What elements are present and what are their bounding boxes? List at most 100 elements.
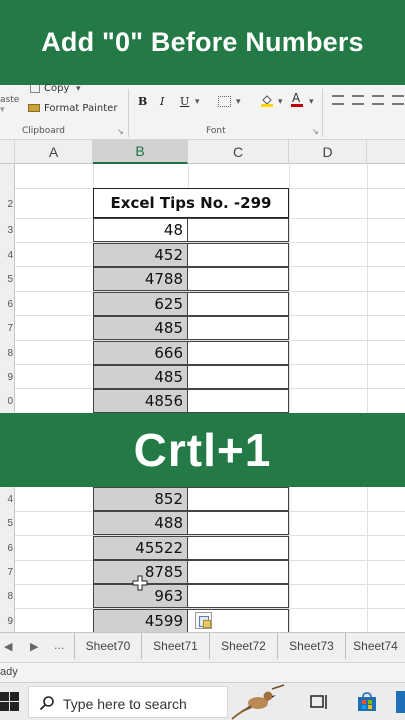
- cell-c[interactable]: [188, 316, 289, 340]
- table-title-cell[interactable]: Excel Tips No. -299: [93, 188, 289, 218]
- tab-scroll-right-icon[interactable]: ▶: [30, 640, 38, 653]
- paste-dropdown-icon[interactable]: ▾: [0, 105, 5, 115]
- gridline: [289, 164, 290, 632]
- row-number[interactable]: 8: [0, 348, 15, 359]
- column-header-c[interactable]: C: [188, 140, 289, 164]
- gridline: [367, 164, 368, 632]
- windows-start-icon[interactable]: [0, 692, 20, 712]
- cell-c[interactable]: [188, 487, 289, 511]
- copy-dropdown-icon[interactable]: ▾: [76, 84, 81, 94]
- row-number[interactable]: 8: [0, 591, 15, 602]
- format-painter-button[interactable]: Format Painter: [44, 103, 117, 114]
- search-placeholder: Type here to search: [63, 696, 187, 712]
- data-cell-b[interactable]: 4599: [93, 609, 188, 633]
- borders-dropdown-icon[interactable]: ▾: [236, 97, 241, 107]
- data-cell-b[interactable]: 45522: [93, 536, 188, 560]
- font-color-icon[interactable]: A: [290, 91, 304, 108]
- taskbar-search-box[interactable]: Type here to search: [28, 686, 228, 718]
- align-right-icon[interactable]: [372, 95, 384, 105]
- select-all-corner[interactable]: [0, 140, 15, 164]
- row-headers: 2 3 4 5 6 7 8 9 0 4 5 6 7 8 9: [0, 164, 15, 632]
- row-number[interactable]: 0: [0, 396, 15, 407]
- fill-color-dropdown-icon[interactable]: ▾: [278, 97, 283, 107]
- data-cell-b[interactable]: 485: [93, 365, 188, 389]
- cell-c[interactable]: [188, 584, 289, 608]
- row-number[interactable]: 5: [0, 274, 15, 285]
- cell-c[interactable]: [188, 536, 289, 560]
- font-group-label: Font: [206, 126, 226, 136]
- indent-icon[interactable]: [392, 95, 404, 105]
- row-number[interactable]: 7: [0, 567, 15, 578]
- clipboard-launcher-icon[interactable]: ↘: [117, 127, 124, 136]
- column-header-a[interactable]: A: [15, 140, 93, 164]
- row-number[interactable]: 5: [0, 518, 15, 529]
- data-cell-b[interactable]: 452: [93, 243, 188, 267]
- underline-button[interactable]: U: [180, 95, 189, 108]
- tab-more-button[interactable]: ...: [54, 639, 65, 652]
- shortcut-text: Crtl+1: [133, 424, 272, 476]
- italic-button[interactable]: I: [160, 95, 164, 108]
- row-number[interactable]: 2: [0, 199, 15, 210]
- font-launcher-icon[interactable]: ↘: [312, 127, 319, 136]
- cell-c[interactable]: [188, 292, 289, 316]
- task-view-icon[interactable]: [310, 693, 330, 711]
- cell-c[interactable]: [188, 341, 289, 365]
- copy-button[interactable]: Copy: [44, 83, 69, 94]
- tab-scroll-left-icon[interactable]: ◀: [4, 640, 12, 653]
- data-cell-b[interactable]: 485: [93, 316, 188, 340]
- data-cell-b[interactable]: 4856: [93, 389, 188, 413]
- copy-icon[interactable]: [30, 85, 40, 93]
- column-header-d[interactable]: D: [289, 140, 367, 164]
- cell-c[interactable]: [188, 218, 289, 242]
- data-cell-b[interactable]: 48: [93, 218, 188, 242]
- banner-title: Add "0" Before Numbers: [41, 27, 364, 57]
- row-number[interactable]: 3: [0, 225, 15, 236]
- align-center-icon[interactable]: [352, 95, 364, 105]
- sheet-tab[interactable]: Sheet72: [210, 633, 278, 659]
- ribbon: aste ▾ Copy ▾ Format Painter Clipboard ↘…: [0, 83, 405, 140]
- data-cell-b[interactable]: 666: [93, 341, 188, 365]
- group-divider: [322, 89, 323, 137]
- row-number[interactable]: 6: [0, 299, 15, 310]
- paste-label-partial[interactable]: aste: [0, 95, 19, 105]
- fill-color-icon[interactable]: [260, 93, 274, 107]
- row-number[interactable]: 9: [0, 616, 15, 627]
- borders-icon[interactable]: [218, 96, 231, 107]
- align-left-icon[interactable]: [332, 95, 344, 105]
- title-banner: Add "0" Before Numbers: [0, 0, 405, 85]
- sheet-tab[interactable]: Sheet70: [74, 633, 142, 659]
- store-icon[interactable]: [356, 691, 378, 713]
- group-divider: [128, 89, 129, 137]
- sheet-tab[interactable]: Sheet73: [278, 633, 346, 659]
- column-header-e-partial[interactable]: [367, 140, 405, 164]
- bird-illustration-icon: [228, 683, 288, 720]
- bold-button[interactable]: B: [138, 95, 147, 108]
- row-number[interactable]: 4: [0, 494, 15, 505]
- shortcut-banner: Crtl+1: [0, 413, 405, 487]
- cell-c[interactable]: [188, 511, 289, 535]
- cell-c[interactable]: [188, 267, 289, 291]
- sheet-tab[interactable]: Sheet74: [346, 633, 405, 659]
- data-cell-b[interactable]: 4788: [93, 267, 188, 291]
- data-cell-b[interactable]: 625: [93, 292, 188, 316]
- row-number[interactable]: 7: [0, 323, 15, 334]
- sheet-tab[interactable]: Sheet71: [142, 633, 210, 659]
- font-color-dropdown-icon[interactable]: ▾: [309, 97, 314, 107]
- data-cell-b[interactable]: 852: [93, 487, 188, 511]
- column-header-b[interactable]: B: [93, 140, 188, 164]
- cell-c[interactable]: [188, 243, 289, 267]
- sheet-tab-bar: ◀ ▶ ... Sheet70 Sheet71 Sheet72 Sheet73 …: [0, 632, 405, 662]
- cell-c[interactable]: [188, 389, 289, 413]
- row-number[interactable]: 9: [0, 372, 15, 383]
- svg-text:A: A: [292, 91, 301, 105]
- underline-dropdown-icon[interactable]: ▾: [195, 97, 200, 107]
- row-number[interactable]: 4: [0, 250, 15, 261]
- cell-c[interactable]: [188, 560, 289, 584]
- data-cell-b[interactable]: 488: [93, 511, 188, 535]
- cell-c[interactable]: [188, 365, 289, 389]
- taskbar: Type here to search: [0, 682, 405, 720]
- row-number[interactable]: 6: [0, 543, 15, 554]
- format-painter-icon[interactable]: [28, 104, 40, 112]
- app-icon-partial[interactable]: [396, 691, 405, 713]
- paste-options-icon[interactable]: [195, 612, 212, 629]
